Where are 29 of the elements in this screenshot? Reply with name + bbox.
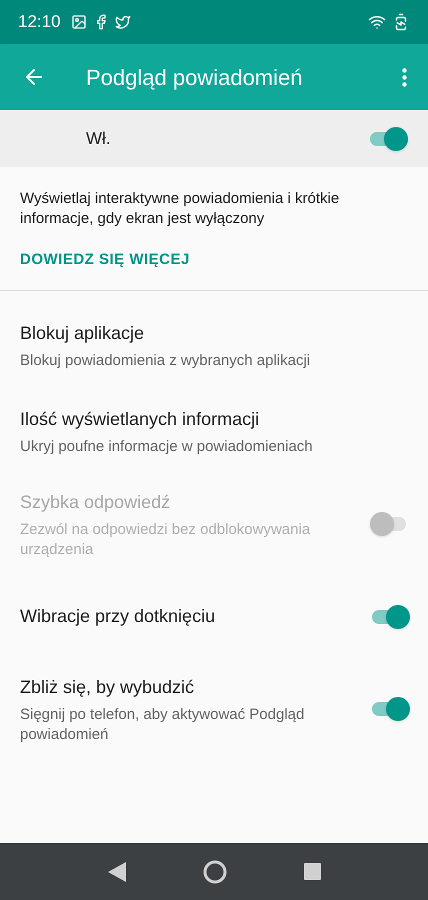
clock: 12:10 [18,11,61,34]
setting-title: Blokuj aplikacje [20,322,146,345]
settings-item[interactable]: Zbliż się, by wybudzić Sięgnij po telefon, aby aktywować Podgląd powiadomień [0,660,428,758]
setting-summary: Zezwól na odpowiedzi bez odblokowywania urządzenia [20,520,312,560]
settings-item[interactable]: Blokuj aplikacje Blokuj powiadomienia z wybranych aplikacji [0,302,428,388]
setting-title: Szybka odpowiedź [20,490,172,514]
description-text: Wyświetlaj interaktywne powiadomienia i krótkie informacje, gdy ekran jest wyłączony [20,189,340,229]
recents-icon[interactable] [304,863,320,880]
setting-title: Zbliż się, by wybudzić [20,676,196,699]
master-switch-label: Wł. [86,128,112,150]
image-icon [70,14,87,30]
settings-item[interactable]: Ilość wyświetlanych informacji Ukryj poufne informacje w powiadomieniach [0,388,428,474]
toggle-switch[interactable] [368,126,406,150]
setting-summary: Blokuj powiadomienia z wybranych aplikacji [20,351,312,371]
toggle-switch[interactable] [370,604,408,628]
setting-summary: Sięgnij po telefon, aby aktywować Podgląd powiadomień [20,704,306,744]
more-icon [402,68,406,86]
wifi-icon [368,13,386,31]
home-icon[interactable] [202,858,228,884]
setting-summary: Ukryj poufne informacje w powiadomieniach [20,437,314,457]
back-icon[interactable] [108,862,126,882]
bird-icon [114,14,131,30]
settings-item[interactable]: Wibracje przy dotknięciu [0,574,428,660]
screen-title: Podgląd powiadomień [86,64,304,92]
toggle-switch[interactable] [370,697,408,721]
learn-more-link[interactable]: DOWIEDZ SIĘ WIĘCEJ [20,249,408,272]
setting-title: Ilość wyświetlanych informacji [20,408,260,431]
master-switch-bar[interactable]: Wł. [0,110,428,167]
setting-title: Wibracje przy dotknięciu [20,605,216,628]
